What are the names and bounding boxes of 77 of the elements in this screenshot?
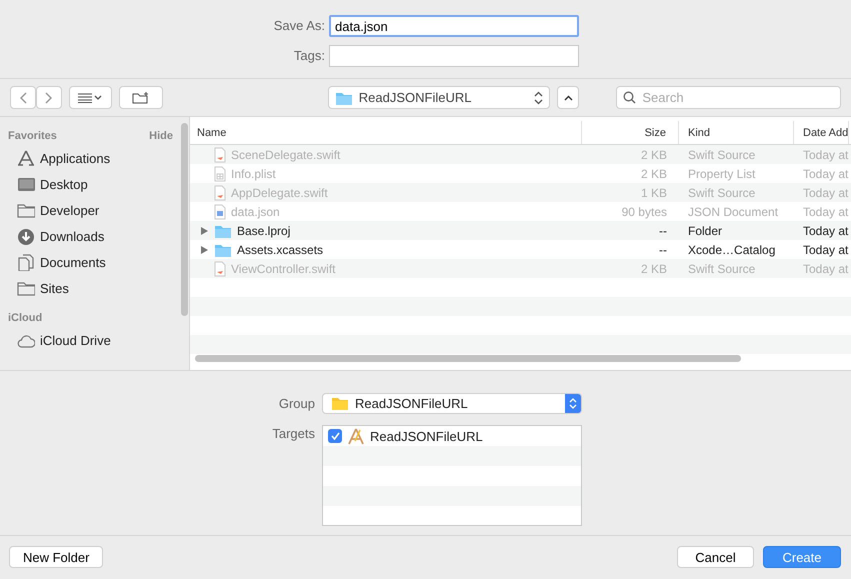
table-cell-text: Xcode…Catalog [687,242,776,256]
file-name: data.json [231,204,280,218]
table-cell-text: 1 KB [640,186,668,200]
view-button[interactable] [68,86,112,109]
column-header[interactable]: Date Add [794,121,850,144]
cancel-button[interactable]: Cancel [677,546,754,568]
folder-icon [17,202,35,218]
tags-field[interactable] [329,45,579,67]
forward-icon [44,92,53,104]
table-cell-text: Folder [687,224,724,238]
list-view-icon [78,92,102,102]
chevron-up-icon [564,94,573,100]
checkbox[interactable] [328,429,342,443]
table-cell-text: JSON Document [687,204,780,218]
path-popup[interactable]: ReadJSONFileURL [328,86,550,109]
updown-icon [569,397,577,410]
sidebar-item[interactable]: Desktop [0,171,189,197]
table-cell-text: Today at [802,242,848,256]
section-header: iCloud [8,312,42,324]
new-folder-icon [132,91,150,104]
column-header[interactable]: Name [190,121,582,144]
file-name[interactable]: Assets.xcassets [237,242,324,256]
field-label: Targets [271,425,315,443]
sidebar-item[interactable]: Downloads [0,223,189,249]
column-header[interactable]: Size [582,121,679,144]
sidebar-item[interactable]: Applications [0,145,189,171]
up-button[interactable] [557,86,580,109]
search-icon [623,91,636,104]
sidebar-item[interactable]: Developer [0,197,189,223]
table-cell-text: Swift Source [687,186,756,200]
table-cell-text: Property List [687,166,756,180]
table-cell-text: 2 KB [640,262,668,276]
updown-icon [534,90,544,104]
folder-icon [17,280,35,296]
table-cell-text: Today at [802,166,848,180]
table-cell-text: Today at [802,148,848,162]
file-name[interactable]: Base.lproj [237,224,290,238]
apps-icon [17,150,35,166]
forward-button[interactable] [36,86,62,109]
download-icon [17,228,35,244]
field-label: Group [278,395,315,413]
scrollbar[interactable] [181,123,188,316]
sidebar-item[interactable]: Sites [0,275,189,301]
sidebar-item[interactable]: Documents [0,249,189,275]
column-header[interactable]: Kind [679,121,794,144]
file-name: SceneDelegate.swift [231,148,340,162]
folder-icon [331,396,349,411]
field-label: Save As: [272,17,325,35]
file-name: ViewController.swift [231,262,336,276]
new-folder-button[interactable] [118,86,163,109]
back-button[interactable] [10,86,36,109]
checkmark-icon [330,432,340,440]
app-target-icon [347,428,365,444]
table-cell-text: Swift Source [687,148,756,162]
new-folder-button[interactable]: New Folder [9,546,104,568]
field-label: Tags: [292,47,325,65]
filename-field[interactable]: data.json [329,15,579,37]
table-cell-text: 90 bytes [620,204,668,218]
table-cell-text: Today at [802,262,848,276]
file-name: Info.plist [231,166,276,180]
table-cell-text: Today at [802,224,848,238]
table-cell-text: 2 KB [640,166,668,180]
table-cell-text: -- [658,224,668,238]
back-icon [18,92,27,104]
scrollbar[interactable] [195,355,741,362]
target-name: ReadJSONFileURL [370,428,483,444]
group-popup[interactable]: ReadJSONFileURL [322,393,582,414]
table-cell-text: -- [658,242,668,256]
table-cell-text: Today at [802,186,848,200]
documents-icon [17,254,35,270]
section-header: Favorites [8,130,57,142]
table-cell-text: 2 KB [640,148,668,162]
table-cell-text: Swift Source [687,262,756,276]
desktop-icon [17,176,35,192]
sidebar-item[interactable]: iCloud Drive [0,327,189,353]
table-cell-text: Today at [802,204,848,218]
file-name: AppDelegate.swift [231,186,328,200]
